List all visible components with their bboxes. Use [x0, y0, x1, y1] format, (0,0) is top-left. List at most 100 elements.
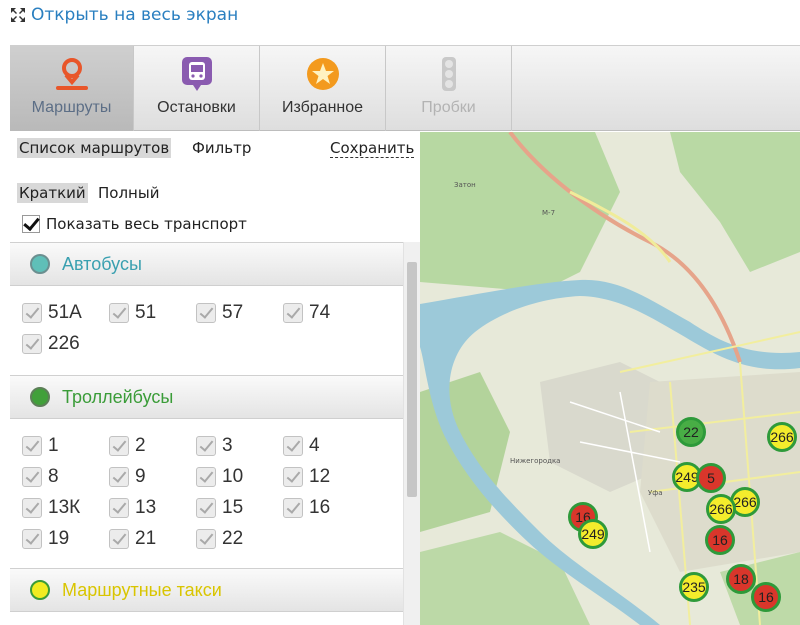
view-short[interactable]: Краткий	[17, 183, 88, 203]
route-label: 13	[135, 497, 157, 518]
route-label: 22	[222, 528, 244, 549]
route-trolley-8[interactable]: 8	[22, 466, 59, 488]
route-checkbox[interactable]	[109, 529, 129, 549]
route-checkbox[interactable]	[109, 303, 129, 323]
tab-routes-label: Маршруты	[31, 99, 112, 116]
route-label: 12	[309, 466, 331, 487]
top-bar: Открыть на весь экран	[0, 0, 800, 44]
route-label: 51А	[48, 302, 82, 323]
save-link[interactable]: Сохранить	[330, 139, 415, 158]
route-checkbox[interactable]	[283, 498, 303, 518]
route-trolley-16[interactable]: 16	[283, 497, 330, 519]
route-bus-226[interactable]: 226	[22, 333, 80, 355]
show-all-checkbox[interactable]	[22, 215, 40, 233]
section-trolleybuses-title: Троллейбусы	[62, 386, 174, 407]
route-label: 21	[135, 528, 157, 549]
tab-stops[interactable]: Остановки	[134, 46, 260, 131]
route-label: 51	[135, 302, 157, 323]
tab-favorites-label: Избранное	[281, 99, 364, 116]
route-checkbox[interactable]	[109, 436, 129, 456]
route-label: 3	[222, 435, 233, 456]
list-scrollbar[interactable]	[403, 242, 420, 625]
route-trolley-4[interactable]: 4	[283, 435, 320, 457]
route-checkbox[interactable]	[196, 529, 216, 549]
route-checkbox[interactable]	[196, 436, 216, 456]
route-trolley-3[interactable]: 3	[196, 435, 233, 457]
vehicle-marker[interactable]: 266	[706, 494, 736, 524]
map-label-nizhegorodka: Нижегородка	[510, 457, 561, 465]
vehicle-marker[interactable]: 22	[676, 417, 706, 447]
route-trolley-12[interactable]: 12	[283, 466, 330, 488]
route-bus-51a[interactable]: 51А	[22, 302, 82, 324]
city-map[interactable]: Затон Нижегородка Уфа М-7 22 266 249 5 2…	[420, 132, 800, 625]
show-all-label: Показать весь транспорт	[46, 215, 247, 233]
route-trolley-10[interactable]: 10	[196, 466, 243, 488]
route-trolley-13[interactable]: 13	[109, 497, 156, 519]
route-checkbox[interactable]	[196, 498, 216, 518]
tab-routes[interactable]: Маршруты	[10, 46, 134, 131]
routes-panel: Список маршрутов Фильтр Сохранить Кратки…	[10, 132, 420, 625]
vehicle-marker[interactable]: 249	[578, 519, 608, 549]
bus-dot-icon	[30, 254, 50, 274]
route-trolley-1[interactable]: 1	[22, 435, 59, 457]
route-list-link[interactable]: Список маршрутов	[17, 138, 172, 158]
transport-list: Автобусы 51А 51 57 74 226 Троллейбусы 1 …	[10, 242, 403, 625]
route-label: 4	[309, 435, 320, 456]
route-checkbox[interactable]	[22, 498, 42, 518]
filter-link[interactable]: Фильтр	[192, 139, 251, 157]
route-label: 8	[48, 466, 59, 487]
show-all-transport[interactable]: Показать весь транспорт	[22, 215, 247, 233]
route-checkbox[interactable]	[22, 436, 42, 456]
route-checkbox[interactable]	[22, 334, 42, 354]
route-trolley-19[interactable]: 19	[22, 528, 69, 550]
route-label: 16	[309, 497, 331, 518]
vehicle-marker[interactable]: 266	[767, 422, 797, 452]
route-checkbox[interactable]	[22, 529, 42, 549]
route-pin-icon	[55, 58, 88, 90]
route-label: 19	[48, 528, 70, 549]
scrollbar-thumb[interactable]	[407, 262, 417, 497]
route-trolley-22[interactable]: 22	[196, 528, 243, 550]
route-bus-51[interactable]: 51	[109, 302, 156, 324]
route-trolley-15[interactable]: 15	[196, 497, 243, 519]
tab-traffic-label: Пробки	[421, 99, 476, 116]
vehicle-marker[interactable]: 16	[751, 582, 781, 612]
expand-icon	[11, 8, 25, 22]
route-checkbox[interactable]	[283, 303, 303, 323]
route-trolley-9[interactable]: 9	[109, 466, 146, 488]
main-tabs: Маршруты Остановки Избранное Пробки	[10, 45, 800, 131]
route-label: 57	[222, 302, 244, 323]
star-icon	[306, 58, 339, 90]
route-label: 9	[135, 466, 146, 487]
route-bus-57[interactable]: 57	[196, 302, 243, 324]
route-trolley-13k[interactable]: 13К	[22, 497, 80, 519]
route-label: 15	[222, 497, 244, 518]
route-checkbox[interactable]	[22, 467, 42, 487]
route-checkbox[interactable]	[196, 303, 216, 323]
tab-favorites[interactable]: Избранное	[260, 46, 386, 131]
vehicle-marker[interactable]: 16	[705, 525, 735, 555]
route-label: 74	[309, 302, 331, 323]
route-checkbox[interactable]	[109, 498, 129, 518]
map-label-zaton: Затон	[454, 181, 476, 189]
section-taxis[interactable]: Маршрутные такси	[10, 568, 403, 612]
view-full[interactable]: Полный	[98, 184, 159, 202]
route-checkbox[interactable]	[22, 303, 42, 323]
fullscreen-link[interactable]: Открыть на весь экран	[10, 5, 238, 25]
route-checkbox[interactable]	[196, 467, 216, 487]
route-label: 13К	[48, 497, 81, 518]
fullscreen-label: Открыть на весь экран	[31, 5, 239, 25]
section-buses[interactable]: Автобусы	[10, 242, 403, 286]
route-trolley-21[interactable]: 21	[109, 528, 156, 550]
vehicle-marker[interactable]: 235	[679, 572, 709, 602]
bus-stop-icon	[181, 57, 212, 91]
vehicle-marker[interactable]: 5	[696, 463, 726, 493]
route-checkbox[interactable]	[283, 467, 303, 487]
route-bus-74[interactable]: 74	[283, 302, 330, 324]
route-checkbox[interactable]	[109, 467, 129, 487]
tab-traffic[interactable]: Пробки	[386, 46, 512, 131]
route-label: 1	[48, 435, 59, 456]
section-trolleybuses[interactable]: Троллейбусы	[10, 375, 403, 419]
route-trolley-2[interactable]: 2	[109, 435, 146, 457]
route-checkbox[interactable]	[283, 436, 303, 456]
